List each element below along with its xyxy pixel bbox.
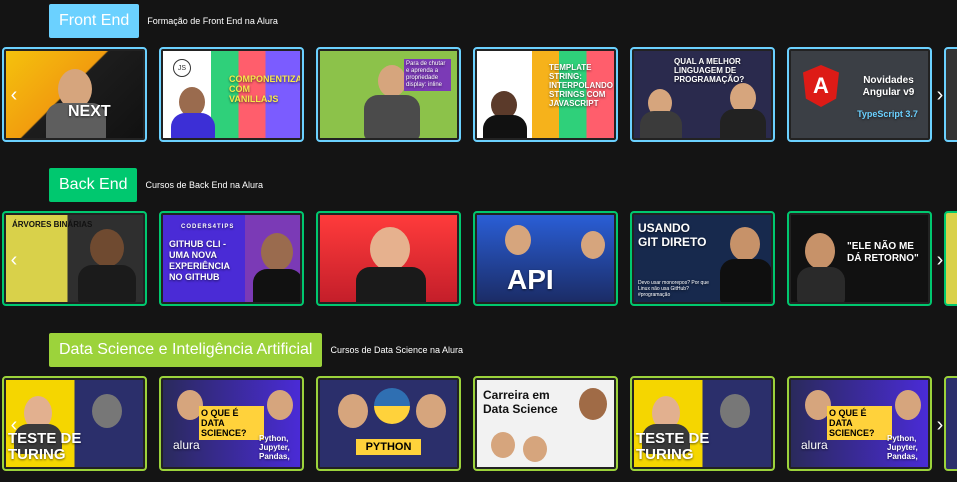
video-thumbnail: Para de chutar e aprenda a propriedade d…	[320, 51, 457, 138]
video-card[interactable]: TEMPLATE STRING: INTERPOLANDO STRINGS CO…	[473, 47, 618, 142]
video-thumbnail: USANDO GIT DIRETO Devo usar monorepos? P…	[634, 215, 771, 302]
video-title: ÁRVORES BINÁRIAS	[12, 220, 93, 229]
section-subtitle: Formação de Front End na Alura	[147, 16, 278, 26]
video-thumbnail: QUAL A MELHOR LINGUAGEM DE PROGRAMAÇÃO?	[634, 51, 771, 138]
carousel-next-arrow[interactable]: ›	[932, 410, 948, 440]
section-data-science: Data Science e Inteligência Artificial C…	[0, 332, 957, 482]
video-thumbnail: TESTE DE TURING	[6, 380, 143, 467]
section-header: Data Science e Inteligência Artificial C…	[49, 333, 463, 367]
video-title: TESTE DE TURING	[636, 430, 710, 463]
section-front-end: Front End Formação de Front End na Alura…	[0, 0, 957, 160]
video-thumbnail: Carreira em Data Science	[477, 380, 614, 467]
video-title: PYTHON	[356, 439, 421, 455]
video-card[interactable]: TESTE DE TURING	[630, 376, 775, 471]
video-card[interactable]: TESTE DE TURING	[2, 376, 147, 471]
video-card[interactable]: Para de chutar e aprenda a propriedade d…	[316, 47, 461, 142]
section-header: Front End Formação de Front End na Alura	[49, 4, 278, 38]
carousel-prev-arrow[interactable]: ‹	[6, 80, 22, 110]
video-card[interactable]: PYTHON	[316, 376, 461, 471]
category-tag-data-science[interactable]: Data Science e Inteligência Artificial	[49, 333, 323, 367]
video-card[interactable]: API	[473, 211, 618, 306]
video-title: O QUE É DATA SCIENCE?	[199, 406, 264, 440]
python-icon	[374, 388, 410, 424]
video-thumbnail: O QUE É DATA SCIENCE? alura Python, Jupy…	[163, 380, 300, 467]
video-subtitle: TypeScript 3.7	[857, 109, 918, 119]
video-card[interactable]: QUAL A MELHOR LINGUAGEM DE PROGRAMAÇÃO?	[630, 47, 775, 142]
video-card[interactable]: ÁRVORES BINÁRIAS	[2, 211, 147, 306]
video-card[interactable]: USANDO GIT DIRETO Devo usar monorepos? P…	[630, 211, 775, 306]
video-title: COMPONENTIZAÇÃO COM VANILLAJS	[229, 74, 300, 104]
video-card[interactable]: A Novidades Angular v9 TypeScript 3.7	[787, 47, 932, 142]
carousel-data-science: TESTE DE TURING O QUE É DATA SCIENCE? al…	[0, 376, 957, 476]
video-thumbnail	[320, 215, 457, 302]
video-title: TESTE DE TURING	[8, 430, 82, 463]
video-card[interactable]: Carreira em Data Science	[473, 376, 618, 471]
video-title: API	[507, 264, 554, 295]
video-thumbnail: CODERS4TIPS GITHUB CLI - UMA NOVA EXPERI…	[163, 215, 300, 302]
video-title: Para de chutar e aprenda a propriedade d…	[404, 59, 451, 91]
video-extra: CODERS4TIPS	[181, 224, 235, 230]
section-subtitle: Cursos de Back End na Alura	[145, 180, 264, 190]
category-tag-back-end[interactable]: Back End	[49, 168, 138, 202]
video-title: QUAL A MELHOR LINGUAGEM DE PROGRAMAÇÃO?	[674, 57, 745, 84]
video-thumbnail: PYTHON	[320, 380, 457, 467]
section-header: Back End Cursos de Back End na Alura	[49, 168, 263, 202]
carousel-next-arrow[interactable]: ›	[932, 245, 948, 275]
carousel-prev-arrow[interactable]: ‹	[6, 410, 22, 440]
video-title: USANDO GIT DIRETO	[638, 221, 707, 249]
video-thumbnail: ÁRVORES BINÁRIAS	[6, 215, 143, 302]
video-title: O QUE É DATA SCIENCE?	[827, 406, 892, 440]
video-title: NEXT	[68, 103, 111, 120]
video-thumbnail: TESTE DE TURING	[634, 380, 771, 467]
video-extra: Python, Jupyter, Pandas,	[887, 434, 918, 461]
video-extra: Python, Jupyter, Pandas,	[259, 434, 290, 461]
category-tag-front-end[interactable]: Front End	[49, 4, 140, 38]
video-thumbnail: O QUE É DATA SCIENCE? alura Python, Jupy…	[791, 380, 928, 467]
section-subtitle: Cursos de Data Science na Alura	[330, 345, 464, 355]
video-title: GITHUB CLI - UMA NOVA EXPERIÊNCIA NO GIT…	[169, 239, 230, 282]
video-title: Novidades Angular v9	[862, 75, 915, 98]
video-card[interactable]	[316, 211, 461, 306]
carousel-front-end: NEXT JS COMPONENTIZAÇÃO COM VANILLAJS Pa…	[0, 47, 957, 147]
video-card[interactable]: "ELE NÃO ME DÁ RETORNO"	[787, 211, 932, 306]
video-title: Carreira em Data Science	[483, 388, 558, 416]
video-card[interactable]: NEXT	[2, 47, 147, 142]
video-card[interactable]: O QUE É DATA SCIENCE? alura Python, Jupy…	[159, 376, 304, 471]
video-extra: Devo usar monorepos? Por que Linux não u…	[638, 280, 709, 298]
carousel-next-arrow[interactable]: ›	[932, 80, 948, 110]
video-thumbnail: "ELE NÃO ME DÁ RETORNO"	[791, 215, 928, 302]
video-thumbnail: TEMPLATE STRING: INTERPOLANDO STRINGS CO…	[477, 51, 614, 138]
video-thumbnail: A Novidades Angular v9 TypeScript 3.7	[791, 51, 928, 138]
video-thumbnail: JS COMPONENTIZAÇÃO COM VANILLAJS	[163, 51, 300, 138]
video-card[interactable]: CODERS4TIPS GITHUB CLI - UMA NOVA EXPERI…	[159, 211, 304, 306]
video-title: "ELE NÃO ME DÁ RETORNO"	[847, 241, 919, 264]
video-title: TEMPLATE STRING: INTERPOLANDO STRINGS CO…	[549, 63, 613, 108]
angular-icon: A	[803, 65, 839, 107]
video-thumbnail: NEXT	[6, 51, 143, 138]
video-thumbnail: API	[477, 215, 614, 302]
carousel-prev-arrow[interactable]: ‹	[6, 245, 22, 275]
video-card[interactable]: JS COMPONENTIZAÇÃO COM VANILLAJS	[159, 47, 304, 142]
video-card[interactable]: O QUE É DATA SCIENCE? alura Python, Jupy…	[787, 376, 932, 471]
carousel-back-end: ÁRVORES BINÁRIAS CODERS4TIPS GITHUB CLI …	[0, 211, 957, 311]
js-icon: JS	[173, 59, 191, 77]
section-back-end: Back End Cursos de Back End na Alura ÁRV…	[0, 166, 957, 316]
